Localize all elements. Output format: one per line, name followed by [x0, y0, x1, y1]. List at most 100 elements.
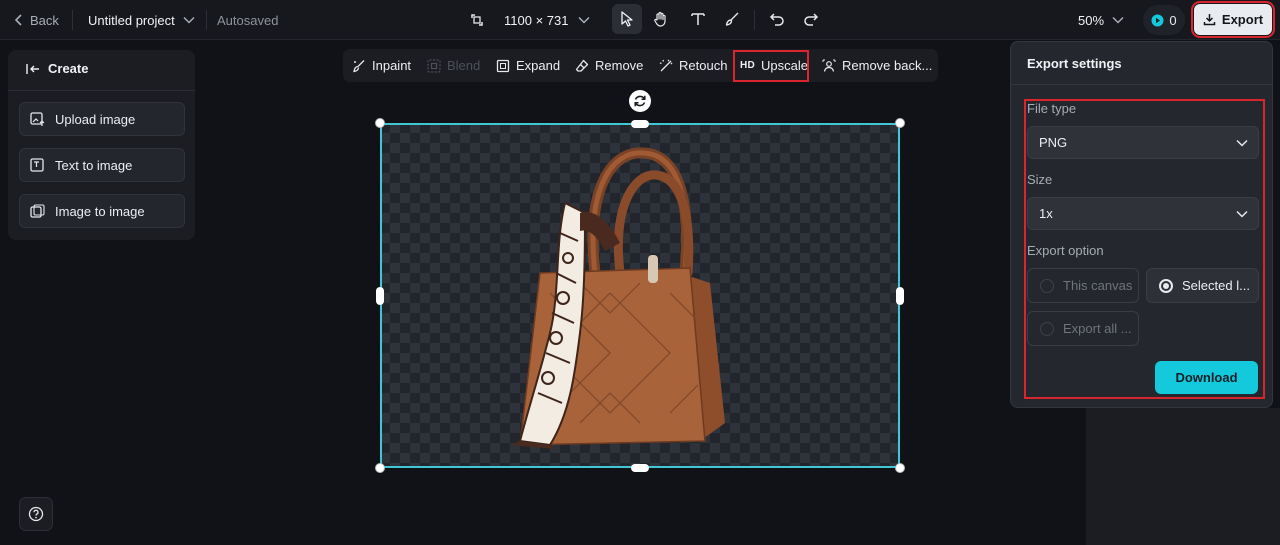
divider — [1011, 84, 1272, 85]
credits-badge[interactable]: 0 — [1143, 5, 1185, 35]
expand-icon — [496, 59, 510, 72]
remove-label: Remove — [595, 58, 644, 73]
divider — [8, 90, 195, 91]
credit-icon — [1151, 14, 1164, 26]
resize-icon — [471, 14, 483, 26]
create-title: Create — [48, 61, 89, 76]
retouch-button[interactable]: Retouch — [659, 49, 727, 82]
resize-handle-left[interactable] — [376, 287, 384, 305]
size-select[interactable]: 1x — [1027, 197, 1259, 230]
download-icon — [1203, 14, 1216, 26]
eraser-icon — [575, 59, 589, 72]
image-to-image-button[interactable]: Image to image — [19, 194, 185, 228]
rotate-handle[interactable] — [629, 90, 651, 112]
size-value: 1x — [1039, 206, 1053, 221]
image-to-image-icon — [30, 203, 45, 218]
blend-icon — [427, 58, 441, 73]
expand-label: Expand — [516, 58, 561, 73]
divider — [754, 10, 755, 30]
text-to-image-button[interactable]: Text to image — [19, 148, 185, 182]
download-button[interactable]: Download — [1155, 361, 1258, 394]
brush-tool-button[interactable] — [717, 4, 747, 34]
option-this-canvas[interactable]: This canvas — [1027, 268, 1139, 303]
export-option-label: Export option — [1027, 243, 1104, 258]
undo-icon — [769, 13, 784, 26]
divider — [206, 10, 207, 30]
file-type-label: File type — [1027, 101, 1077, 116]
option-selected-layers[interactable]: Selected l... — [1146, 268, 1259, 303]
text-to-image-icon — [30, 157, 44, 172]
help-button[interactable] — [19, 497, 53, 531]
radio-icon — [1040, 321, 1054, 336]
resize-handle-top-left[interactable] — [375, 118, 385, 128]
retouch-label: Retouch — [679, 58, 728, 73]
redo-icon — [804, 13, 819, 26]
chevron-down-icon — [1236, 139, 1248, 147]
question-icon — [28, 506, 44, 522]
remove-background-button[interactable]: Remove back... — [822, 49, 932, 82]
export-label: Export — [1221, 12, 1264, 27]
credits-count: 0 — [1169, 12, 1177, 28]
option-export-all-label: Export all ... — [1063, 321, 1132, 336]
rotate-icon — [634, 95, 646, 107]
resize-handle-top-right[interactable] — [895, 118, 905, 128]
upload-image-button[interactable]: Upload image — [19, 102, 185, 136]
inpaint-button[interactable]: Inpaint — [352, 49, 411, 82]
properties-panel — [1086, 408, 1280, 545]
remove-background-label: Remove back... — [842, 58, 933, 73]
canvas-size-dropdown[interactable]: 1100 × 731 — [470, 0, 590, 40]
brush-icon — [725, 12, 739, 26]
option-this-canvas-label: This canvas — [1063, 278, 1133, 293]
image-to-image-label: Image to image — [55, 203, 145, 219]
export-button[interactable]: Export — [1191, 1, 1275, 38]
zoom-dropdown[interactable]: 50% — [1078, 0, 1124, 40]
canvas-size-value: 1100 × 731 — [504, 12, 569, 28]
radio-selected-icon — [1159, 278, 1173, 293]
inpaint-icon — [353, 59, 365, 72]
create-panel: Create Upload image Text to image Image … — [8, 50, 195, 240]
file-type-value: PNG — [1039, 135, 1068, 150]
chevron-left-icon — [14, 14, 22, 26]
export-settings-panel: Export settings File type PNG Size 1x Ex… — [1010, 41, 1273, 408]
resize-handle-bottom-right[interactable] — [895, 463, 905, 473]
export-settings-title: Export settings — [1027, 56, 1122, 71]
upload-image-icon — [30, 111, 45, 126]
selection-frame[interactable] — [380, 123, 900, 468]
option-export-all[interactable]: Export all ... — [1027, 311, 1139, 346]
chevron-down-icon — [578, 16, 590, 24]
chevron-down-icon — [183, 16, 195, 24]
back-button[interactable]: Back — [14, 0, 59, 40]
remove-button[interactable]: Remove — [575, 49, 643, 82]
resize-handle-bottom[interactable] — [631, 464, 649, 472]
chevron-down-icon — [1112, 16, 1124, 24]
remove-background-icon — [822, 59, 836, 72]
hand-icon — [654, 11, 666, 27]
option-selected-layers-label: Selected l... — [1182, 278, 1250, 293]
expand-button[interactable]: Expand — [496, 49, 560, 82]
upload-image-label: Upload image — [55, 111, 136, 127]
select-tool-button[interactable] — [612, 4, 642, 34]
redo-button[interactable] — [796, 4, 826, 34]
blend-button[interactable]: Blend — [427, 49, 480, 82]
project-title-dropdown[interactable]: Untitled project — [88, 0, 195, 40]
divider — [72, 10, 73, 30]
hand-tool-button[interactable] — [646, 4, 676, 34]
resize-handle-top[interactable] — [631, 120, 649, 128]
retouch-icon — [659, 59, 673, 71]
undo-button[interactable] — [762, 4, 792, 34]
size-label: Size — [1027, 172, 1053, 187]
text-tool-button[interactable] — [683, 4, 713, 34]
file-type-select[interactable]: PNG — [1027, 126, 1259, 159]
create-header[interactable]: Create — [26, 61, 88, 76]
resize-handle-right[interactable] — [896, 287, 904, 305]
canvas-toolbar: Inpaint Blend Expand Remove Retouch HD U… — [343, 49, 938, 82]
resize-handle-bottom-left[interactable] — [375, 463, 385, 473]
project-title: Untitled project — [88, 12, 175, 28]
text-icon — [691, 13, 705, 25]
blend-label: Blend — [447, 58, 481, 73]
back-label: Back — [30, 12, 59, 28]
zoom-value: 50% — [1078, 12, 1105, 28]
text-to-image-label: Text to image — [55, 157, 133, 173]
chevron-down-icon — [1236, 210, 1248, 218]
upscale-highlight-box — [733, 50, 809, 82]
